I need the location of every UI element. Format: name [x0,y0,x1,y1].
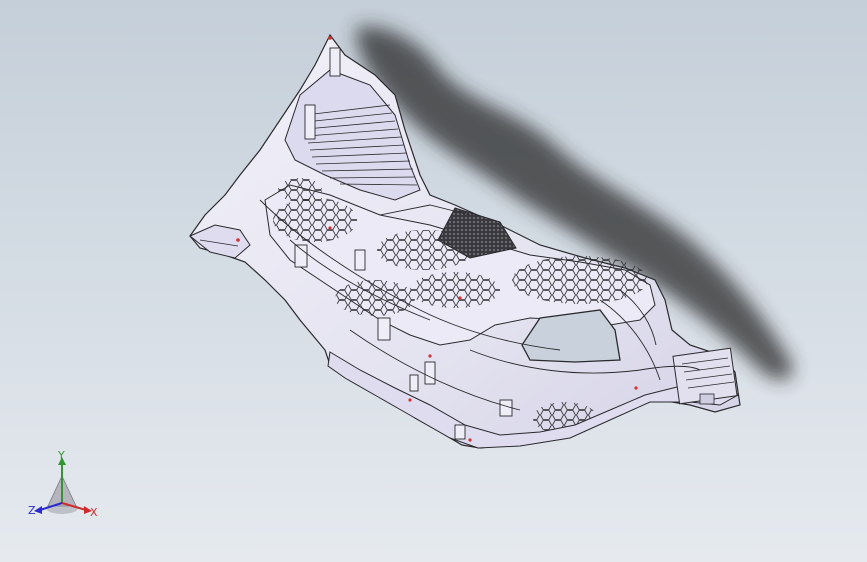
hex-texture-zone [410,272,500,308]
z-axis-label: Z [28,504,36,517]
3d-graphics-viewport[interactable]: Y Z X [0,0,867,562]
x-axis-label: X [90,506,98,519]
cad-model-view[interactable] [0,0,867,562]
view-orientation-triad[interactable]: Y Z X [22,448,112,528]
hex-texture-zone [273,198,357,242]
end-clip-block [672,347,738,405]
y-axis-label: Y [58,449,65,462]
hex-texture-zone [278,178,322,202]
